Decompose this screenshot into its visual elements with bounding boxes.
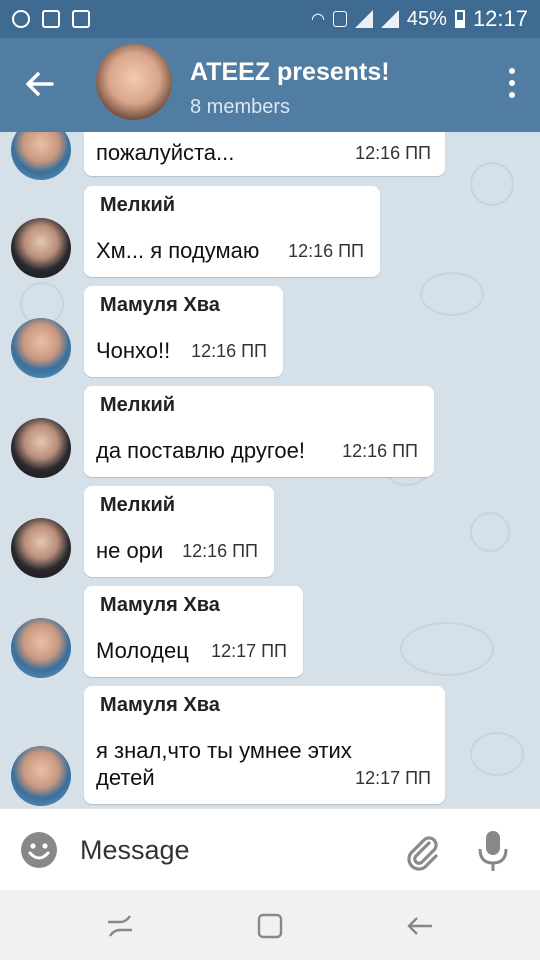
- avatar[interactable]: [11, 746, 71, 806]
- message-time: 12:17 ПП: [211, 641, 287, 661]
- avatar[interactable]: [11, 132, 71, 180]
- status-bar: ◠ 45% 12:17: [0, 0, 540, 38]
- chat-header: ATEEZ presents! 8 members: [0, 38, 540, 132]
- message-time: 12:16 ПП: [182, 541, 258, 561]
- message-bubble[interactable]: Мамуля Хва Чонхо!! 12:16 ПП: [84, 286, 283, 377]
- message-text: пожалуйста...: [96, 140, 235, 165]
- avatar[interactable]: [11, 218, 71, 278]
- message-bubble[interactable]: Мелкий Хм... я подумаю 12:16 ПП: [84, 186, 380, 277]
- back-button[interactable]: [22, 66, 58, 102]
- attach-button[interactable]: [402, 831, 442, 871]
- sim-icon: [332, 11, 347, 27]
- message-list[interactable]: пожалуйста... 12:16 ПП Мелкий Хм... я по…: [0, 132, 540, 808]
- message-text: детей: [96, 765, 155, 790]
- group-avatar[interactable]: [96, 44, 172, 120]
- message-sender[interactable]: Мамуля Хва: [100, 294, 269, 317]
- signal-icon: [380, 10, 399, 28]
- home-square-icon: [257, 913, 283, 939]
- wifi-icon: ◠: [310, 11, 325, 28]
- message-input[interactable]: [80, 829, 380, 871]
- voice-record-button[interactable]: [476, 829, 510, 873]
- message-text: Хм... я подумаю: [96, 238, 260, 263]
- message-text: да поставлю другое!: [96, 438, 305, 463]
- message-sender[interactable]: Мамуля Хва: [100, 594, 289, 617]
- more-menu-button[interactable]: [504, 68, 520, 98]
- avatar[interactable]: [11, 318, 71, 378]
- status-bar-notifications: [12, 10, 90, 28]
- avatar[interactable]: [11, 618, 71, 678]
- message-sender[interactable]: Мелкий: [100, 494, 260, 517]
- paperclip-icon: [407, 836, 438, 871]
- message-sender[interactable]: Мелкий: [100, 394, 420, 417]
- message-time: 12:16 ПП: [342, 441, 418, 461]
- message-time: 12:17 ПП: [355, 768, 431, 788]
- gallery-icon: [42, 10, 60, 28]
- message-text: не ори: [96, 538, 164, 563]
- message-time: 12:16 ПП: [191, 341, 267, 361]
- clock: 12:17: [472, 6, 528, 31]
- message-text: я знал,что ты умнее этих: [96, 738, 352, 763]
- home-button[interactable]: [254, 910, 286, 942]
- back-arrow-icon: [407, 917, 432, 935]
- emoji-button[interactable]: [19, 830, 59, 870]
- message-bubble[interactable]: пожалуйста... 12:16 ПП: [84, 132, 445, 176]
- message-bubble[interactable]: Мамуля Хва Молодец 12:17 ПП: [84, 586, 303, 677]
- signal-icon: [354, 10, 373, 28]
- message-sender[interactable]: Мамуля Хва: [100, 694, 431, 717]
- message-bubble[interactable]: Мелкий не ори 12:16 ПП: [84, 486, 274, 577]
- message-time: 12:16 ПП: [288, 241, 364, 261]
- back-nav-button[interactable]: [404, 910, 436, 942]
- message-bubble[interactable]: Мелкий да поставлю другое! 12:16 ПП: [84, 386, 434, 477]
- chrome-icon: [12, 10, 30, 28]
- recent-apps-icon: [108, 915, 132, 937]
- message-bubble[interactable]: Мамуля Хва я знал,что ты умнее этих дете…: [84, 686, 445, 804]
- compose-bar: [0, 808, 540, 891]
- system-navigation-bar: [0, 890, 540, 960]
- status-bar-system: ◠ 45% 12:17: [311, 6, 528, 32]
- member-count: 8 members: [190, 96, 291, 118]
- smiley-icon: [21, 832, 57, 868]
- message-time: 12:16 ПП: [355, 143, 431, 163]
- message-sender[interactable]: Мелкий: [100, 194, 366, 217]
- arrow-left-icon: [26, 72, 54, 96]
- message-text: Чонхо!!: [96, 338, 171, 363]
- group-title[interactable]: ATEEZ presents!: [190, 58, 390, 87]
- avatar[interactable]: [11, 418, 71, 478]
- avatar[interactable]: [11, 518, 71, 578]
- note-icon: [72, 10, 90, 28]
- recent-apps-button[interactable]: [104, 910, 136, 942]
- message-text: Молодец: [96, 638, 189, 663]
- microphone-icon: [478, 831, 508, 871]
- battery-percent: 45%: [406, 7, 447, 30]
- battery-icon: [454, 10, 465, 28]
- more-vertical-icon: [509, 68, 515, 74]
